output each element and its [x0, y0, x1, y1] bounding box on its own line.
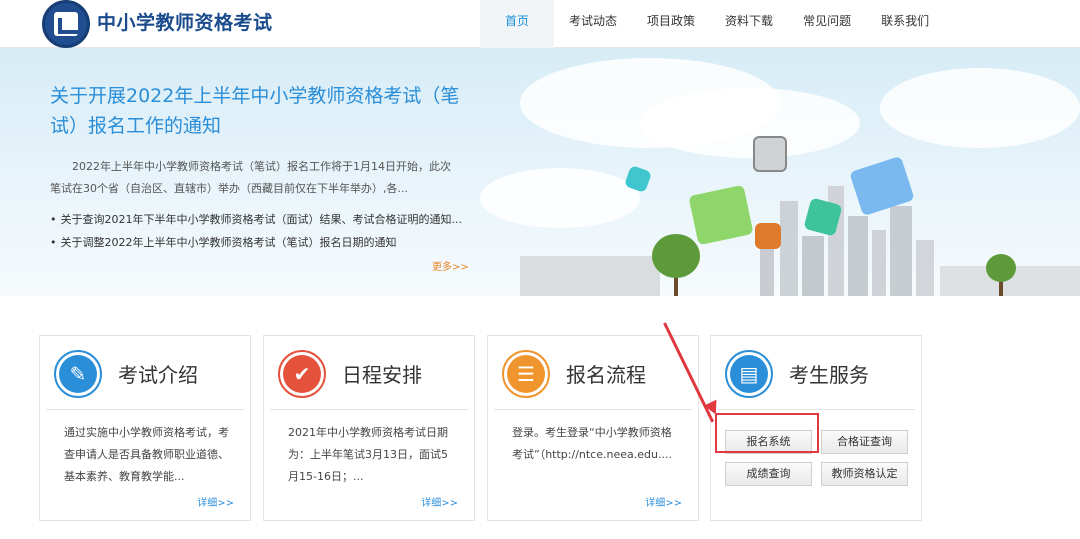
checkmark-icon: ✔	[278, 350, 326, 398]
nav-home[interactable]: 首页	[480, 0, 555, 48]
card-divider	[494, 409, 692, 410]
card-schedule: ✔ 日程安排 2021年中小学教师资格考试日期为：上半年笔试3月13日，面试5月…	[263, 335, 475, 521]
building-decoration	[848, 216, 868, 296]
cube-decoration	[688, 184, 754, 246]
building-decoration	[916, 240, 934, 296]
nav-policy[interactable]: 项目政策	[632, 0, 710, 48]
card-more-link[interactable]: 详细>>	[421, 494, 458, 509]
building-decoration	[520, 256, 660, 296]
teacher-qualification-button[interactable]: 教师资格认定	[821, 462, 908, 486]
cube-decoration	[755, 223, 781, 249]
building-decoration	[872, 230, 886, 296]
score-query-button[interactable]: 成绩查询	[725, 462, 812, 486]
news-link-interview-results[interactable]: 关于查询2021年下半年中小学教师资格考试（面试）结果、考试合格证明的通知...	[50, 211, 462, 227]
nav-faq[interactable]: 常见问题	[788, 0, 866, 48]
card-registration-process: ☰ 报名流程 登录。考生登录“中小学教师资格考试”（http://ntce.ne…	[487, 335, 699, 521]
card-divider	[46, 409, 244, 410]
annotation-highlight-box	[715, 413, 819, 453]
document-edit-icon: ✎	[54, 350, 102, 398]
card-title: 考试介绍	[118, 363, 198, 387]
site-title[interactable]: 中小学教师资格考试	[97, 8, 273, 35]
certificate-query-button[interactable]: 合格证查询	[821, 430, 908, 454]
tree-decoration	[652, 234, 700, 278]
banner-description: 2022年上半年中小学教师资格考试（笔试）报名工作将于1月14日开始，此次笔试在…	[50, 160, 451, 195]
hero-banner: 关于开展2022年上半年中小学教师资格考试（笔试）报名工作的通知 2022年上半…	[0, 48, 1080, 296]
main-nav: 首页 考试动态 项目政策 资料下载 常见问题 联系我们	[480, 0, 944, 48]
card-title: 考生服务	[789, 363, 869, 387]
contact-book-icon: ▤	[725, 350, 773, 398]
building-decoration	[890, 206, 912, 296]
cloud-decoration	[880, 68, 1080, 148]
cube-decoration	[753, 136, 787, 172]
news-link-registration-date[interactable]: 关于调整2022年上半年中小学教师资格考试（笔试）报名日期的通知	[50, 234, 397, 250]
card-divider	[270, 409, 468, 410]
banner-title[interactable]: 关于开展2022年上半年中小学教师资格考试（笔试）报名工作的通知	[50, 81, 460, 141]
tree-decoration	[986, 254, 1016, 282]
more-news-link[interactable]: 更多>>	[432, 258, 469, 273]
cloud-decoration	[480, 168, 640, 228]
site-header: 中小学教师资格考试 首页 考试动态 项目政策 资料下载 常见问题 联系我们	[0, 0, 1080, 48]
card-title: 报名流程	[566, 363, 646, 387]
site-logo-icon[interactable]	[42, 0, 90, 48]
card-title: 日程安排	[342, 363, 422, 387]
cloud-decoration	[640, 88, 860, 158]
nav-contact[interactable]: 联系我们	[866, 0, 944, 48]
nav-downloads[interactable]: 资料下载	[710, 0, 788, 48]
card-divider	[717, 409, 915, 410]
card-exam-intro: ✎ 考试介绍 通过实施中小学教师资格考试，考查申请人是否具备教师职业道德、基本素…	[39, 335, 251, 521]
building-decoration	[802, 236, 824, 296]
card-text: 通过实施中小学教师资格考试，考查申请人是否具备教师职业道德、基本素养、教育教学能…	[64, 426, 229, 483]
card-more-link[interactable]: 详细>>	[197, 494, 234, 509]
card-more-link[interactable]: 详细>>	[645, 494, 682, 509]
card-text: 登录。考生登录“中小学教师资格考试”（http://ntce.neea.edu.…	[512, 426, 672, 461]
nav-exam-news[interactable]: 考试动态	[554, 0, 632, 48]
card-text: 2021年中小学教师资格考试日期为：上半年笔试3月13日，面试5月15-16日；…	[288, 426, 448, 483]
form-pen-icon: ☰	[502, 350, 550, 398]
building-decoration	[780, 201, 798, 296]
